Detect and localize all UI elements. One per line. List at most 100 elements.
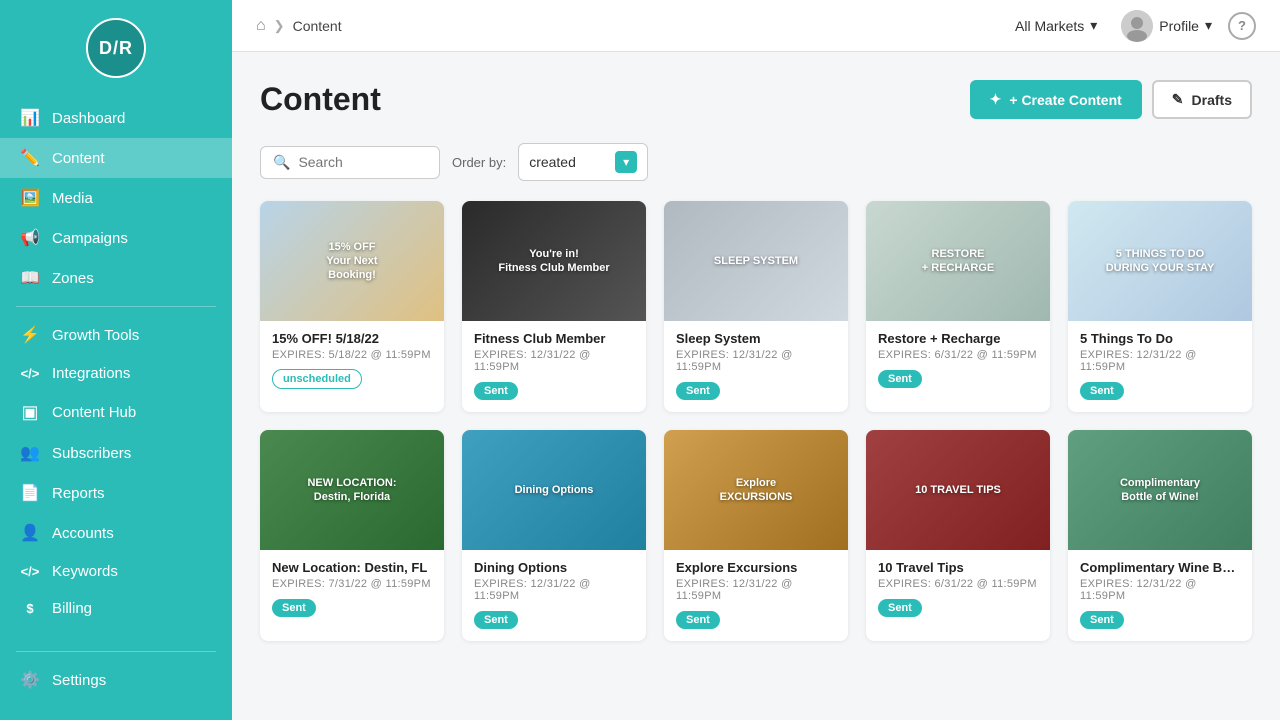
market-label: All Markets [1015,18,1084,34]
create-label: + Create Content [1009,92,1121,108]
card-expires: EXPIRES: 5/18/22 @ 11:59PM [272,349,432,361]
market-chevron-icon: ▾ [1090,17,1097,34]
sidebar-item-billing[interactable]: $ Billing [0,590,232,627]
card-thumbnail: SLEEP SYSTEM [664,201,848,321]
card-title: New Location: Destin, FL [272,560,432,575]
subscribers-icon: 👥 [20,443,40,463]
sidebar-item-media[interactable]: 🖼️ Media [0,178,232,218]
card-expires: EXPIRES: 12/31/22 @ 11:59PM [676,349,836,373]
card-thumbnail: 10 TRAVEL TIPS [866,430,1050,550]
card-thumbnail: You're in!Fitness Club Member [462,201,646,321]
breadcrumb: Content [293,18,342,34]
sidebar-item-subscribers[interactable]: 👥 Subscribers [0,433,232,473]
sidebar-item-label: Reports [52,485,105,502]
search-box[interactable]: 🔍 [260,146,440,179]
thumb-text: 10 TRAVEL TIPS [915,483,1001,497]
nav-divider-bottom [16,651,216,652]
status-badge: Sent [676,382,720,400]
card-body: Fitness Club Member EXPIRES: 12/31/22 @ … [462,321,646,412]
content-card[interactable]: You're in!Fitness Club Member Fitness Cl… [462,201,646,412]
sidebar-item-content-hub[interactable]: ▣ Content Hub [0,392,232,433]
content-card[interactable]: RESTORE+ RECHARGE Restore + Recharge EXP… [866,201,1050,412]
profile-label: Profile [1159,18,1199,34]
content-card[interactable]: ComplimentaryBottle of Wine! Complimenta… [1068,430,1252,641]
search-input[interactable] [298,154,427,170]
sidebar-item-label: Keywords [52,563,118,580]
card-thumbnail: 15% OFFYour NextBooking! [260,201,444,321]
header-actions: ✦ + Create Content ✎ Drafts [970,80,1252,119]
card-expires: EXPIRES: 12/31/22 @ 11:59PM [1080,349,1240,373]
content-card[interactable]: ExploreEXCURSIONS Explore Excursions EXP… [664,430,848,641]
filters-row: 🔍 Order by: created ▾ [260,143,1252,181]
card-body: 15% OFF! 5/18/22 EXPIRES: 5/18/22 @ 11:5… [260,321,444,401]
card-body: Dining Options EXPIRES: 12/31/22 @ 11:59… [462,550,646,641]
content-card[interactable]: 5 THINGS TO DODURING YOUR STAY 5 Things … [1068,201,1252,412]
sidebar-item-accounts[interactable]: 👤 Accounts [0,513,232,553]
accounts-icon: 👤 [20,523,40,543]
nav-divider [16,306,216,307]
content-icon: ✏️ [20,148,40,168]
thumb-text: ComplimentaryBottle of Wine! [1120,476,1200,505]
sidebar-item-reports[interactable]: 📄 Reports [0,473,232,513]
thumb-text: ExploreEXCURSIONS [720,476,793,505]
sidebar-item-dashboard[interactable]: 📊 Dashboard [0,98,232,138]
content-card[interactable]: 10 TRAVEL TIPS 10 Travel Tips EXPIRES: 6… [866,430,1050,641]
dashboard-icon: 📊 [20,108,40,128]
card-title: 15% OFF! 5/18/22 [272,331,432,346]
market-selector[interactable]: All Markets ▾ [1007,13,1105,38]
sidebar-item-integrations[interactable]: </> Integrations [0,355,232,392]
order-select[interactable]: created ▾ [518,143,648,181]
sidebar-item-label: Integrations [52,365,130,382]
breadcrumb-chevron-icon: ❯ [274,18,285,34]
card-thumbnail: ExploreEXCURSIONS [664,430,848,550]
drafts-label: Drafts [1192,92,1232,108]
growth-tools-icon: ⚡ [20,325,40,345]
sidebar-item-settings[interactable]: ⚙️ Settings [0,660,232,700]
create-content-button[interactable]: ✦ + Create Content [970,80,1142,119]
card-title: Explore Excursions [676,560,836,575]
create-icon: ✦ [990,91,1002,108]
card-expires: EXPIRES: 12/31/22 @ 11:59PM [1080,578,1240,602]
sidebar-item-campaigns[interactable]: 📢 Campaigns [0,218,232,258]
thumb-text: SLEEP SYSTEM [714,254,798,268]
thumb-text: You're in!Fitness Club Member [498,247,609,276]
sidebar-item-zones[interactable]: 📖 Zones [0,258,232,298]
sidebar-item-label: Content [52,150,105,167]
card-thumbnail: ComplimentaryBottle of Wine! [1068,430,1252,550]
card-body: 10 Travel Tips EXPIRES: 6/31/22 @ 11:59P… [866,550,1050,629]
help-button[interactable]: ? [1228,12,1256,40]
order-value: created [529,154,609,170]
card-thumbnail: Dining Options [462,430,646,550]
content-card[interactable]: Dining Options Dining Options EXPIRES: 1… [462,430,646,641]
sidebar-item-label: Content Hub [52,404,136,421]
topbar: ⌂ ❯ Content All Markets ▾ Profile ▾ ? [232,0,1280,52]
drafts-button[interactable]: ✎ Drafts [1152,80,1252,119]
settings-icon: ⚙️ [20,670,40,690]
card-expires: EXPIRES: 6/31/22 @ 11:59PM [878,349,1038,361]
card-body: Sleep System EXPIRES: 12/31/22 @ 11:59PM… [664,321,848,412]
card-body: Complimentary Wine Bottle EXPIRES: 12/31… [1068,550,1252,641]
content-card[interactable]: SLEEP SYSTEM Sleep System EXPIRES: 12/31… [664,201,848,412]
sidebar-item-keywords[interactable]: </> Keywords [0,553,232,590]
card-body: Restore + Recharge EXPIRES: 6/31/22 @ 11… [866,321,1050,400]
sidebar-item-content[interactable]: ✏️ Content [0,138,232,178]
content-hub-icon: ▣ [20,402,40,423]
billing-icon: $ [20,601,40,616]
sidebar-item-label: Billing [52,600,92,617]
sidebar-item-growth-tools[interactable]: ⚡ Growth Tools [0,315,232,355]
sidebar-logo: D/R [0,0,232,92]
order-chevron-icon: ▾ [615,151,637,173]
card-body: 5 Things To Do EXPIRES: 12/31/22 @ 11:59… [1068,321,1252,412]
search-icon: 🔍 [273,154,290,171]
card-title: 10 Travel Tips [878,560,1038,575]
content-card[interactable]: NEW LOCATION:Destin, Florida New Locatio… [260,430,444,641]
card-expires: EXPIRES: 12/31/22 @ 11:59PM [676,578,836,602]
order-label: Order by: [452,155,506,170]
card-expires: EXPIRES: 7/31/22 @ 11:59PM [272,578,432,590]
content-card[interactable]: 15% OFFYour NextBooking! 15% OFF! 5/18/2… [260,201,444,412]
card-expires: EXPIRES: 6/31/22 @ 11:59PM [878,578,1038,590]
logo-text: D/R [99,38,133,59]
home-icon[interactable]: ⌂ [256,17,266,35]
profile-menu[interactable]: Profile ▾ [1113,6,1220,46]
card-expires: EXPIRES: 12/31/22 @ 11:59PM [474,578,634,602]
